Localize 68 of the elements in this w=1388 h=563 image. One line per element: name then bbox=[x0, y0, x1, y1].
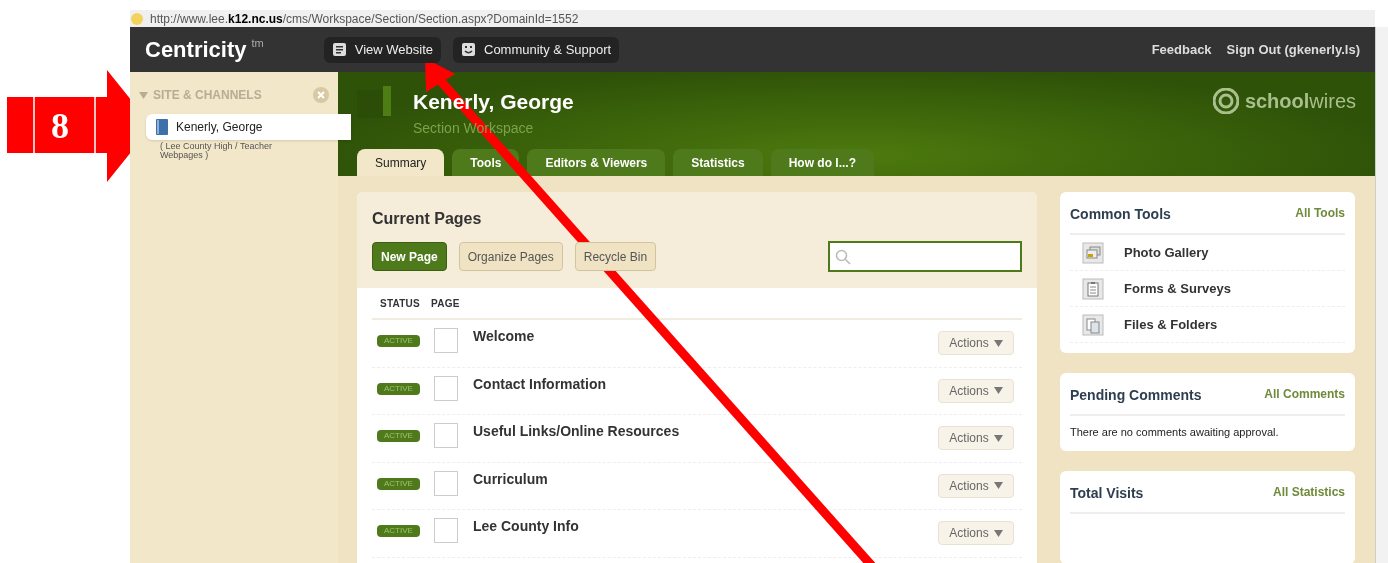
close-icon[interactable] bbox=[313, 87, 329, 103]
book-icon bbox=[156, 119, 168, 135]
panel-title: Current Pages bbox=[372, 209, 483, 229]
page-title[interactable]: Lee County Info bbox=[473, 516, 579, 557]
sidebar-item-path: ( Lee County High / Teacher Webpages ) bbox=[160, 142, 273, 160]
column-header: PAGE bbox=[431, 296, 460, 311]
top-link[interactable]: Sign Out (gkenerly.ls) bbox=[1226, 39, 1360, 60]
address-bar[interactable]: http://www.lee.k12.nc.us/cms/Workspace/Section/Section.aspx?DomainId=1552 bbox=[130, 10, 1375, 27]
callout-number: 8 bbox=[51, 106, 69, 146]
tool-link[interactable]: Photo Gallery bbox=[1124, 242, 1209, 263]
caret-icon bbox=[993, 339, 1003, 347]
column-header: STATUS bbox=[379, 296, 421, 311]
card-title: Common Tools bbox=[1070, 205, 1171, 224]
trademark-mark: tm bbox=[251, 36, 264, 51]
smiley-icon bbox=[461, 42, 476, 57]
actions-button[interactable]: Actions bbox=[938, 473, 1014, 498]
status-badge: ACTIVE bbox=[377, 525, 420, 537]
collapse-triangle-icon[interactable] bbox=[139, 90, 148, 100]
card-link[interactable]: All Tools bbox=[1295, 204, 1345, 222]
search-field[interactable] bbox=[828, 241, 1022, 272]
card-title: Total Visits bbox=[1070, 483, 1144, 503]
toolbar-button[interactable]: Recycle Bin bbox=[574, 242, 657, 271]
actions-button[interactable]: Actions bbox=[938, 426, 1014, 450]
toolbar-button[interactable]: Organize Pages bbox=[458, 242, 563, 271]
page-title[interactable]: Welcome bbox=[473, 326, 535, 367]
tab[interactable]: Statistics bbox=[673, 149, 763, 176]
tab[interactable]: Summary bbox=[357, 149, 445, 176]
caret-icon bbox=[993, 482, 1003, 489]
tab[interactable]: How do I...? bbox=[770, 149, 874, 176]
card-link[interactable]: All Statistics bbox=[1272, 482, 1345, 501]
documents-icon bbox=[1082, 313, 1104, 336]
search-icon bbox=[835, 248, 851, 265]
nav-button[interactable]: Community & Support bbox=[453, 36, 620, 63]
pictures-icon bbox=[1082, 241, 1104, 264]
caret-icon bbox=[993, 387, 1003, 394]
status-badge: ACTIVE bbox=[377, 430, 420, 442]
status-badge: ACTIVE bbox=[377, 335, 420, 347]
page-title[interactable]: Contact Information bbox=[473, 373, 606, 414]
sidebar-item[interactable]: Kenerly, George bbox=[146, 114, 351, 140]
spiral-icon bbox=[1212, 88, 1239, 114]
page-title[interactable]: Curriculum bbox=[473, 468, 548, 509]
page-title[interactable]: Useful Links/Online Resources bbox=[473, 421, 680, 462]
caret-icon bbox=[993, 434, 1003, 442]
card-title: Pending Comments bbox=[1070, 386, 1202, 405]
status-badge: ACTIVE bbox=[377, 382, 420, 395]
actions-button[interactable]: Actions bbox=[938, 521, 1014, 545]
page-checkbox[interactable] bbox=[434, 328, 458, 353]
top-link[interactable]: Feedback bbox=[1151, 39, 1212, 60]
brand-logo[interactable]: Centricity bbox=[145, 33, 247, 66]
page-checkbox[interactable] bbox=[434, 518, 458, 543]
status-badge: ACTIVE bbox=[377, 477, 420, 490]
page-checkbox[interactable] bbox=[434, 375, 458, 401]
scrollbar[interactable] bbox=[1375, 27, 1388, 563]
tool-link[interactable]: Forms & Surveys bbox=[1124, 278, 1231, 299]
url-text: http://www.lee.k12.nc.us/cms/Workspace/Section/Section.aspx?DomainId=1552 bbox=[150, 10, 579, 28]
clipboard-icon bbox=[1082, 277, 1104, 300]
page-checkbox[interactable] bbox=[434, 470, 458, 496]
actions-button[interactable]: Actions bbox=[938, 378, 1014, 403]
actions-button[interactable]: Actions bbox=[938, 331, 1014, 355]
tab[interactable]: Editors & Viewers bbox=[527, 149, 666, 176]
logo-text: schoolwires bbox=[1244, 89, 1356, 114]
toolbar-button[interactable]: New Page bbox=[372, 242, 447, 271]
caret-icon bbox=[993, 529, 1003, 537]
empty-message: There are no comments awaiting approval. bbox=[1070, 425, 1280, 440]
tool-link[interactable]: Files & Folders bbox=[1124, 314, 1218, 335]
page-checkbox[interactable] bbox=[434, 423, 458, 448]
nav-button[interactable]: View Website bbox=[323, 36, 441, 63]
card-link[interactable]: All Comments bbox=[1264, 385, 1345, 403]
